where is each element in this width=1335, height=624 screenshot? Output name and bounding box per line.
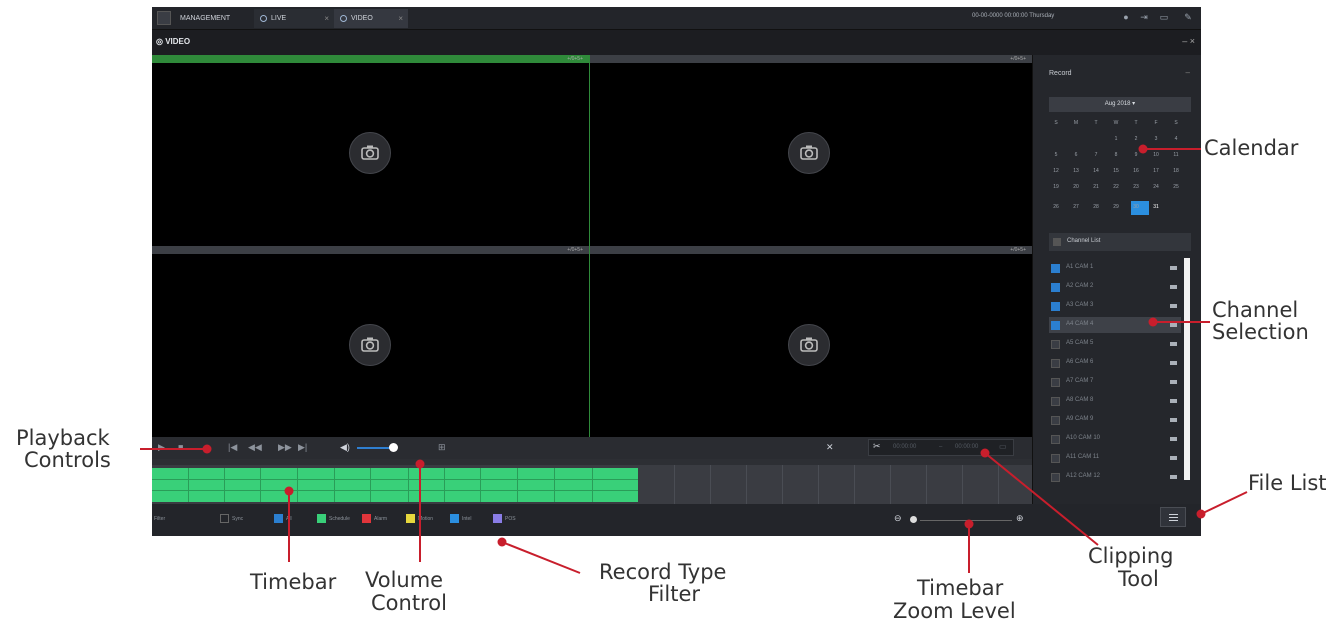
- callout-clipping-line-1: Clipping: [1088, 544, 1174, 568]
- callout-record-type-line-2: Filter: [648, 582, 701, 606]
- callout-record-type-line-1: Record Type: [599, 560, 727, 584]
- callout-timebar: Timebar: [250, 570, 337, 594]
- callout-playback-line-1: Playback: [16, 426, 110, 450]
- callout-zoom-line-2: Zoom Level: [893, 599, 1016, 623]
- callout-zoom-line-1: Timebar: [917, 576, 1004, 600]
- callout-channel-selection-line-1: Channel: [1212, 298, 1299, 322]
- callout-calendar: Calendar: [1204, 136, 1299, 160]
- callout-playback-line-2: Controls: [24, 448, 111, 472]
- callout-file-list: File List: [1248, 471, 1327, 495]
- callout-volume-line-1: Volume: [365, 568, 444, 592]
- callout-leaders: [140, 144, 1248, 574]
- callout-volume-line-2: Control: [371, 591, 447, 615]
- callout-channel-selection-line-2: Selection: [1212, 320, 1309, 344]
- callout-clipping-line-2: Tool: [1118, 567, 1159, 591]
